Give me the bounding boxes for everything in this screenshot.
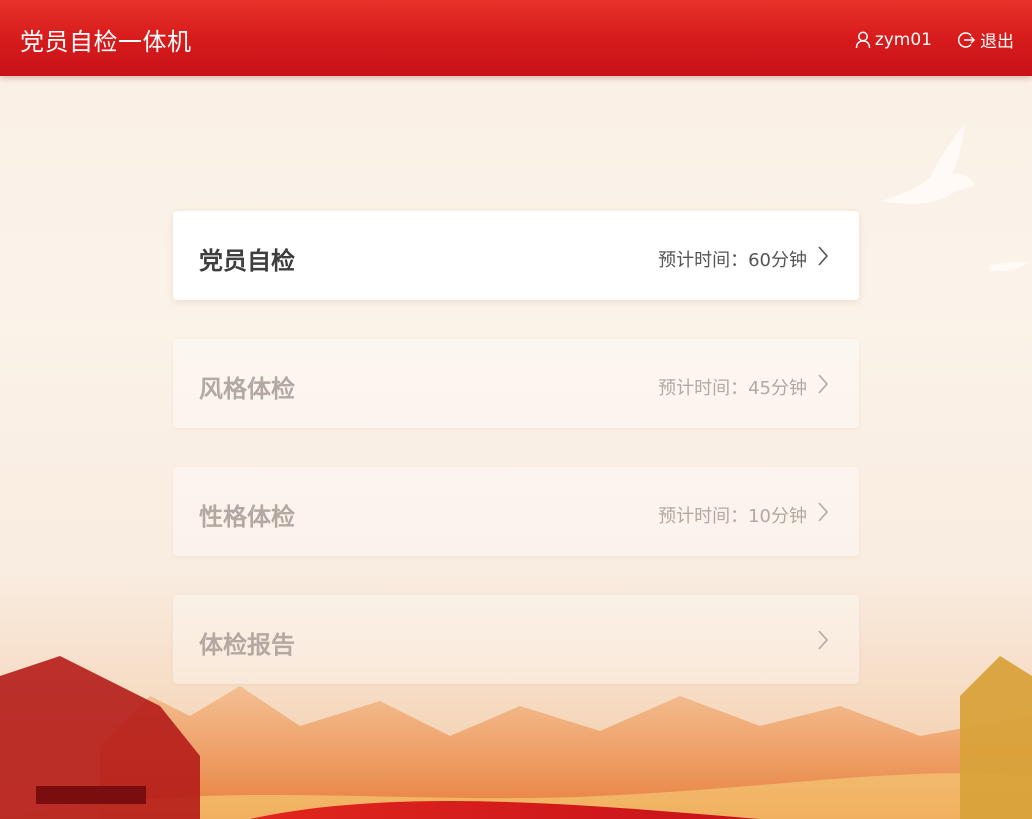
user-area: zym01 退出	[855, 27, 1014, 52]
menu-item-label: 性格体检	[199, 503, 295, 531]
menu-item-party-self-check[interactable]: 党员自检 预计时间：60分钟	[173, 211, 859, 300]
app-title: 党员自检一体机	[20, 28, 192, 56]
menu-item-style-check[interactable]: 风格体检 预计时间：45分钟	[173, 339, 859, 428]
app-header: 党员自检一体机 zym01 退出	[0, 0, 1032, 76]
menu-item-label: 党员自检	[199, 247, 295, 275]
menu-item-personality-check[interactable]: 性格体检 预计时间：10分钟	[173, 467, 859, 556]
chevron-right-icon	[818, 374, 829, 394]
chevron-right-icon	[818, 630, 829, 650]
chevron-right-icon	[818, 502, 829, 522]
logout-icon	[958, 31, 976, 48]
username: zym01	[874, 29, 932, 50]
menu-item-label: 体检报告	[199, 631, 295, 659]
user-account[interactable]: zym01	[855, 30, 932, 50]
logout-label: 退出	[980, 32, 1014, 52]
menu-item-label: 风格体检	[199, 375, 295, 403]
estimated-time: 预计时间：45分钟	[658, 378, 807, 399]
dove-decoration	[880, 124, 1030, 272]
estimated-time: 预计时间：60分钟	[658, 250, 807, 271]
estimated-time: 预计时间：10分钟	[658, 506, 807, 527]
chevron-right-icon	[818, 246, 829, 266]
user-icon	[855, 31, 871, 48]
logout-button[interactable]: 退出	[958, 27, 1014, 52]
menu-item-check-report[interactable]: 体检报告	[173, 595, 859, 684]
main-content: 党员自检 预计时间：60分钟 风格体检 预计时间：45分钟 性格体检 预计时间：…	[0, 76, 1032, 819]
